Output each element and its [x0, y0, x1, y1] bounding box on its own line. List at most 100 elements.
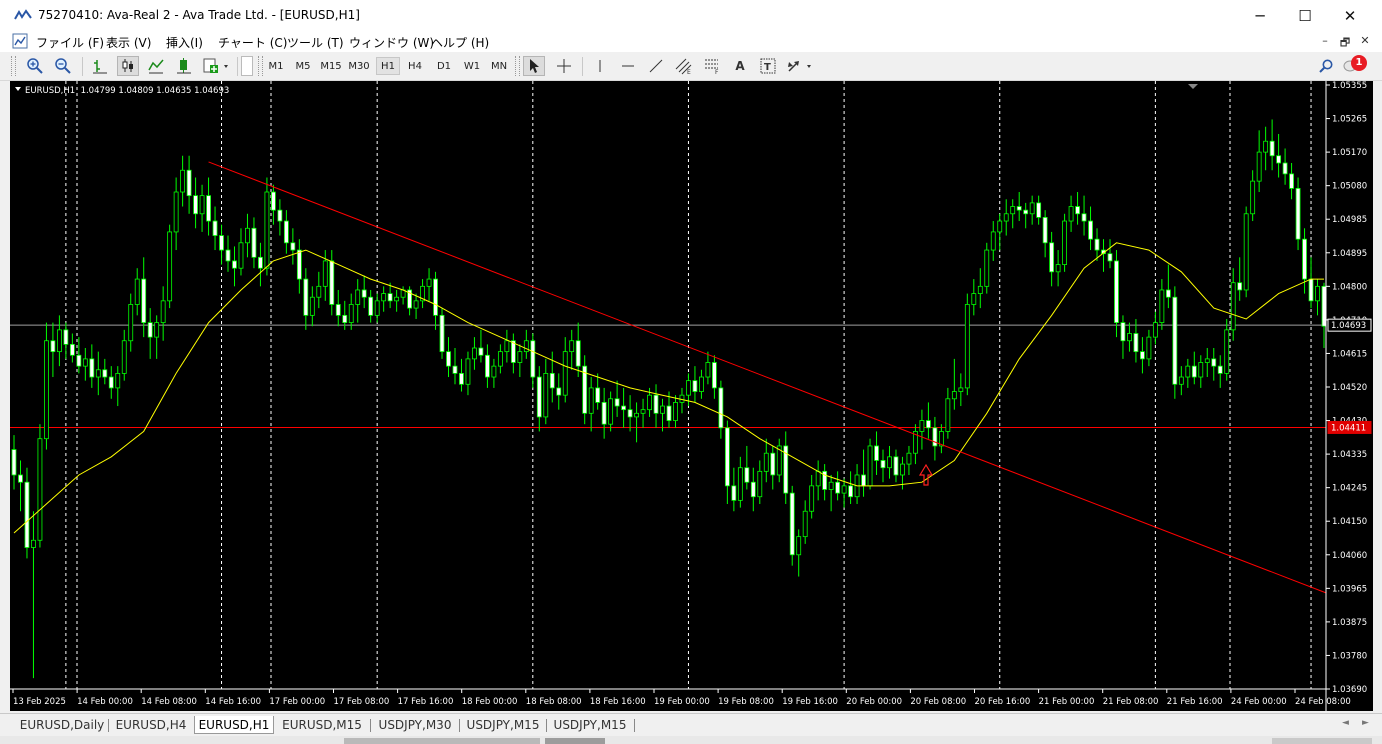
- menu-chart[interactable]: チャート (C): [218, 34, 287, 51]
- menu-insert[interactable]: 挿入(I): [166, 34, 203, 51]
- zoom-in-icon[interactable]: [24, 56, 46, 76]
- bear-candle-body: [108, 376, 114, 389]
- mdi-close-button[interactable]: ✕: [1358, 34, 1372, 48]
- horizontal-line-icon[interactable]: [617, 56, 639, 76]
- bear-candle-body: [147, 322, 153, 338]
- bull-candle-body: [1068, 206, 1074, 222]
- zoom-out-icon[interactable]: [52, 56, 74, 76]
- candlestick-chart[interactable]: 1.05355 1.05265 1.05170 1.05080 1.04985 1.048…: [10, 81, 1373, 711]
- tab-scroll-left-button[interactable]: ◄: [1342, 718, 1349, 728]
- timeframe-d1-button[interactable]: D1: [432, 57, 456, 75]
- bear-candle-body: [387, 293, 393, 302]
- bull-candle-body: [472, 347, 477, 360]
- toolbar-grip[interactable]: [515, 56, 520, 76]
- bull-candle-body: [1224, 329, 1230, 374]
- mdi-minimize-button[interactable]: –: [1318, 34, 1332, 48]
- bull-candle-body: [264, 191, 270, 269]
- bear-candle-body: [1107, 253, 1113, 262]
- text-tool-icon[interactable]: A: [729, 56, 751, 76]
- tab-usdjpy-m30[interactable]: USDJPY,M30: [372, 716, 458, 734]
- chart-ohlc-info: EURUSD,H1 1.04799 1.04809 1.04635 1.0469…: [25, 86, 229, 96]
- timeframe-h4-button[interactable]: H4: [403, 57, 427, 75]
- menu-window[interactable]: ウィンドウ (W): [349, 34, 434, 51]
- bear-candle-body: [368, 296, 374, 316]
- tab-eurusd-h4[interactable]: EURUSD,H4: [110, 716, 192, 734]
- tab-eurusd-daily[interactable]: EURUSD,Daily: [17, 716, 107, 734]
- bull-candle-body: [1204, 358, 1210, 363]
- tab-scroll-right-button[interactable]: ►: [1362, 718, 1369, 728]
- bear-candle-body: [11, 449, 17, 476]
- cursor-icon[interactable]: [523, 56, 545, 76]
- toolbar-grip[interactable]: [258, 56, 263, 76]
- tab-separator: [634, 719, 635, 732]
- price-tick-label: 1.03690: [1332, 685, 1367, 695]
- bull-candle-body: [809, 485, 815, 512]
- crosshair-icon[interactable]: [553, 56, 575, 76]
- maximize-button[interactable]: ☐: [1283, 3, 1327, 29]
- minimize-button[interactable]: ─: [1238, 3, 1282, 29]
- bear-candle-body: [536, 376, 542, 418]
- toolbar-grip[interactable]: [11, 56, 16, 76]
- tab-usdjpy-m15-2[interactable]: USDJPY,M15: [548, 716, 632, 734]
- bull-candle-body: [1159, 289, 1165, 324]
- chart-window-icon[interactable]: [12, 33, 28, 49]
- toolbar-blank-slot[interactable]: [241, 56, 253, 76]
- bear-candle-body: [1081, 213, 1087, 222]
- bull-candle-body: [699, 376, 704, 392]
- vertical-line-icon[interactable]: [589, 56, 611, 76]
- timeframe-m15-button[interactable]: M15: [318, 57, 344, 75]
- notification-badge[interactable]: 1: [1351, 55, 1367, 71]
- time-tick-label: 17 Feb 08:00: [334, 697, 390, 707]
- timeframe-m5-button[interactable]: M5: [291, 57, 315, 75]
- bull-candle-body: [841, 485, 847, 494]
- bull-candle-body: [919, 420, 925, 432]
- bull-candle-body: [504, 340, 510, 353]
- bear-candle-body: [186, 169, 192, 197]
- close-button[interactable]: ✕: [1328, 3, 1372, 29]
- line-chart-icon[interactable]: [145, 56, 167, 76]
- menu-tools[interactable]: ツール (T): [287, 34, 344, 51]
- candlestick-chart-icon[interactable]: [117, 56, 139, 76]
- new-order-icon[interactable]: [201, 56, 231, 76]
- time-tick-label: 19 Feb 16:00: [782, 697, 838, 707]
- menu-file[interactable]: ファイル (F): [36, 34, 104, 51]
- bull-candle-body: [180, 169, 186, 193]
- time-tick-label: 24 Feb 00:00: [1231, 697, 1287, 707]
- candle: [44, 322, 49, 450]
- menu-help[interactable]: ヘルプ (H): [431, 34, 489, 51]
- status-segment: [344, 738, 540, 744]
- price-tick-label: 1.04800: [1332, 282, 1367, 292]
- tab-eurusd-m15[interactable]: EURUSD,M15: [276, 716, 368, 734]
- trendline-icon[interactable]: [645, 56, 667, 76]
- bull-candle-body: [1185, 365, 1191, 378]
- menu-view[interactable]: 表示 (V): [106, 34, 151, 51]
- bar-chart-icon[interactable]: [89, 56, 111, 76]
- mdi-restore-button[interactable]: 🗗: [1338, 34, 1352, 49]
- chart-area[interactable]: 1.05355 1.05265 1.05170 1.05080 1.04985 1.048…: [10, 81, 1373, 711]
- bull-candle-body: [1055, 264, 1061, 273]
- timeframe-m30-button[interactable]: M30: [346, 57, 372, 75]
- search-icon[interactable]: [1315, 56, 1337, 76]
- candle: [1243, 206, 1249, 298]
- bull-candle-body: [958, 387, 964, 392]
- time-tick-label: 21 Feb 08:00: [1103, 697, 1159, 707]
- timeframe-m1-button[interactable]: M1: [264, 57, 288, 75]
- bull-candle-body: [523, 340, 529, 353]
- text-label-icon[interactable]: T: [757, 56, 779, 76]
- tab-eurusd-h1[interactable]: EURUSD,H1: [194, 716, 274, 734]
- fibonacci-icon[interactable]: F: [701, 56, 723, 76]
- bull-candle-body: [660, 405, 665, 414]
- timeframe-w1-button[interactable]: W1: [460, 57, 484, 75]
- timeframe-mn-button[interactable]: MN: [487, 57, 511, 75]
- bear-candle-body: [1295, 187, 1301, 240]
- arrows-dropdown-icon[interactable]: [785, 56, 815, 76]
- bear-candle-body: [1237, 282, 1243, 291]
- auto-scroll-icon[interactable]: [173, 56, 195, 76]
- timeframe-h1-button[interactable]: H1: [376, 57, 400, 75]
- equidistant-channel-icon[interactable]: E: [673, 56, 695, 76]
- bear-candle-body: [575, 340, 581, 367]
- svg-text:E: E: [687, 69, 691, 75]
- tab-usdjpy-m15[interactable]: USDJPY,M15: [461, 716, 545, 734]
- current-price-tag: 1.04693: [1327, 318, 1372, 332]
- bear-candle-body: [1016, 206, 1022, 211]
